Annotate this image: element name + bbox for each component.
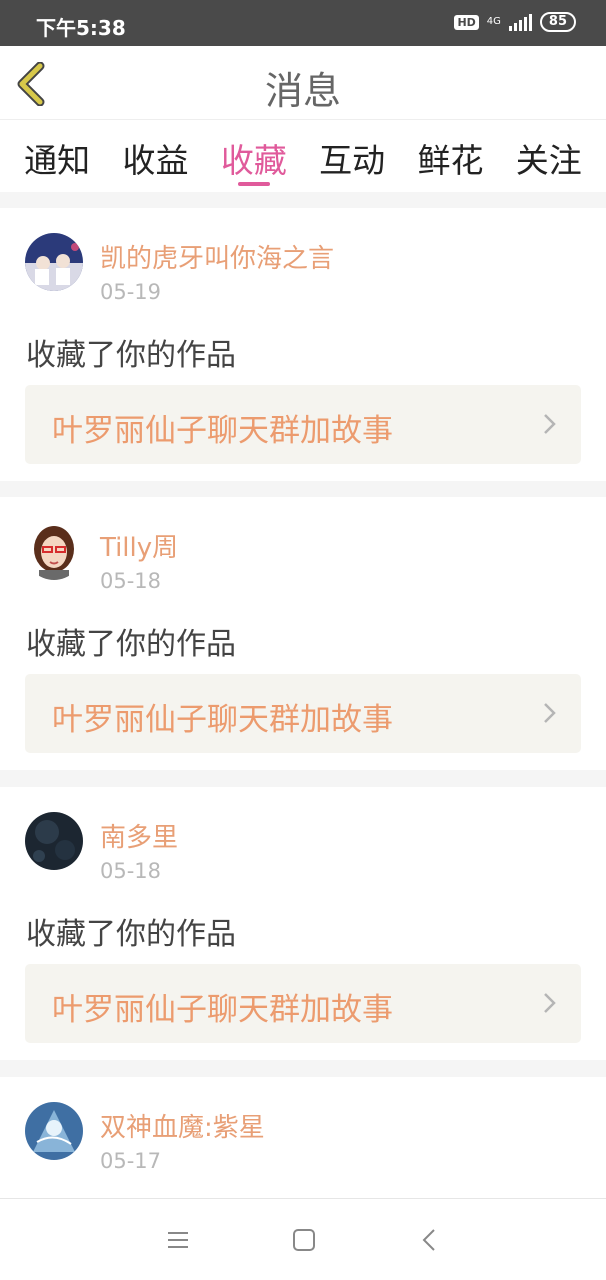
work-link[interactable]: 叶罗丽仙子聊天群加故事	[25, 674, 581, 753]
username[interactable]: 南多里	[100, 817, 178, 854]
tab-following[interactable]: 关注	[516, 120, 582, 192]
avatar-image	[25, 812, 83, 870]
message-list: 凯的虎牙叫你海之言 05-19 收藏了你的作品 叶罗丽仙子聊天群加故事 Till…	[0, 192, 606, 1198]
chevron-right-icon	[544, 993, 556, 1013]
chevron-right-icon	[544, 414, 556, 434]
tab-notifications[interactable]: 通知	[24, 120, 90, 192]
avatar[interactable]	[25, 522, 83, 580]
battery-indicator: 85	[539, 12, 576, 32]
work-title: 叶罗丽仙子聊天群加故事	[52, 413, 393, 449]
work-title: 叶罗丽仙子聊天群加故事	[52, 702, 393, 738]
tab-favorites[interactable]: 收藏	[221, 120, 287, 192]
username[interactable]: 双神血魔:紫星	[100, 1107, 265, 1144]
message-card: 南多里 05-18 收藏了你的作品 叶罗丽仙子聊天群加故事	[0, 787, 606, 1060]
action-text: 收藏了你的作品	[26, 917, 236, 952]
status-icons: HD 4G 85	[454, 12, 576, 32]
tab-label: 互动	[319, 141, 386, 180]
work-link[interactable]: 叶罗丽仙子聊天群加故事	[25, 964, 581, 1043]
username[interactable]: Tilly周	[100, 527, 178, 564]
tab-label: 收藏	[220, 141, 287, 180]
status-time: 下午5:38	[36, 16, 126, 40]
avatar[interactable]	[25, 812, 83, 870]
system-nav-bar	[0, 1198, 606, 1280]
network-type: 4G	[486, 16, 501, 27]
page-title: 消息	[264, 69, 341, 113]
username[interactable]: 凯的虎牙叫你海之言	[100, 238, 334, 275]
tab-flowers[interactable]: 鲜花	[417, 120, 483, 192]
avatar-image	[25, 233, 83, 291]
message-date: 05-17	[100, 1149, 162, 1173]
tab-indicator	[237, 182, 270, 186]
action-text: 收藏了你的作品	[26, 338, 236, 373]
menu-icon[interactable]	[164, 1226, 192, 1254]
message-date: 05-18	[100, 569, 162, 593]
tab-bar: 通知 收益 收藏 互动 鲜花 关注	[0, 120, 606, 192]
message-date: 05-19	[100, 280, 162, 304]
action-text: 收藏了你的作品	[26, 627, 236, 662]
tab-label: 鲜花	[417, 141, 484, 180]
home-square-icon[interactable]	[290, 1226, 318, 1254]
hd-icon: HD	[454, 14, 479, 30]
chevron-right-icon	[544, 703, 556, 723]
back-triangle-icon[interactable]	[416, 1226, 444, 1254]
tab-label: 收益	[122, 141, 189, 180]
signal-icon	[508, 13, 532, 31]
message-card: Tilly周 05-18 收藏了你的作品 叶罗丽仙子聊天群加故事	[0, 497, 606, 770]
avatar[interactable]	[25, 1102, 83, 1160]
message-card: 凯的虎牙叫你海之言 05-19 收藏了你的作品 叶罗丽仙子聊天群加故事	[0, 208, 606, 481]
work-link[interactable]: 叶罗丽仙子聊天群加故事	[25, 385, 581, 464]
app-header: 消息	[0, 46, 606, 120]
tab-label: 关注	[515, 141, 582, 180]
tab-earnings[interactable]: 收益	[122, 120, 188, 192]
tab-label: 通知	[24, 141, 91, 180]
status-bar: 下午5:38 HD 4G 85	[0, 0, 606, 46]
message-card: 双神血魔:紫星 05-17	[0, 1077, 606, 1198]
avatar-image	[25, 1102, 83, 1160]
message-date: 05-18	[100, 859, 162, 883]
work-title: 叶罗丽仙子聊天群加故事	[52, 992, 393, 1028]
tab-interactions[interactable]: 互动	[319, 120, 385, 192]
avatar-image	[25, 522, 83, 580]
avatar[interactable]	[25, 233, 83, 291]
